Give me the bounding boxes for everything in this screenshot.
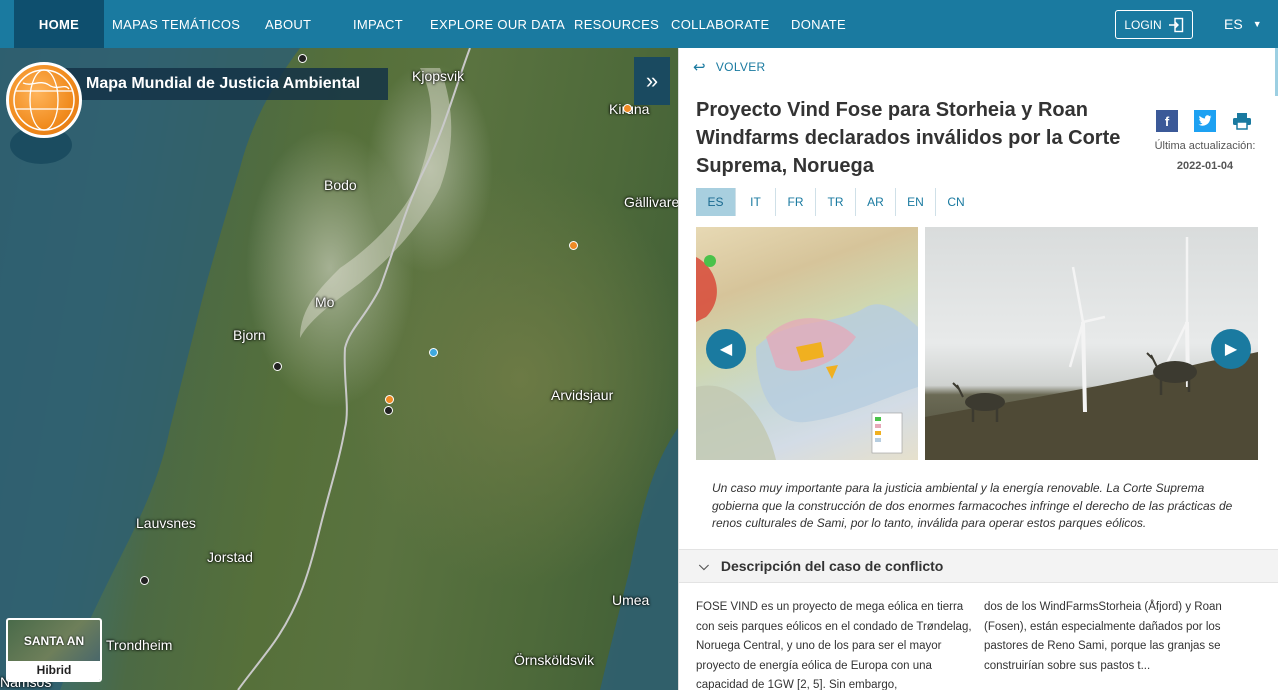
description-accordion-header[interactable]: ⌵ Descripción del caso de conflicto (679, 549, 1278, 583)
double-chevron-right-icon: » (645, 68, 659, 93)
place-label: Bjorn (233, 327, 266, 343)
back-label: VOLVER (715, 60, 766, 74)
language-value: ES (1224, 16, 1243, 32)
place-label: Mo (315, 294, 335, 310)
printer-icon (1233, 113, 1251, 130)
lang-tab-cn[interactable]: CN (936, 188, 976, 216)
case-marker[interactable] (569, 241, 578, 250)
nav-mapas-tematicos[interactable]: MAPAS TEMÁTICOS (112, 0, 240, 48)
chevron-down-icon: ⌵ (699, 558, 709, 573)
case-marker[interactable] (298, 54, 307, 63)
back-arrow-icon: ↩ (693, 59, 706, 76)
case-marker[interactable] (384, 406, 393, 415)
lang-tab-tr[interactable]: TR (816, 188, 856, 216)
layer-switch-button[interactable]: SANTA AN Hibrid (6, 618, 102, 682)
description-header-label: Descripción del caso de conflicto (720, 558, 944, 574)
last-update-date: 2022-01-04 (1176, 160, 1234, 172)
print-icon[interactable] (1231, 110, 1253, 132)
case-photo-image[interactable] (925, 227, 1258, 460)
case-marker[interactable] (385, 395, 394, 404)
nav-about[interactable]: ABOUT (265, 0, 311, 48)
place-label: Örnsköldsvik (514, 652, 595, 668)
case-marker-selected[interactable] (429, 348, 438, 357)
lang-tab-ar[interactable]: AR (856, 188, 896, 216)
lang-tab-it[interactable]: IT (736, 188, 776, 216)
case-marker[interactable] (623, 104, 632, 113)
case-summary: Un caso muy importante para la justicia … (712, 481, 1233, 530)
nav-resources[interactable]: RESOURCES (574, 0, 659, 48)
login-icon (1168, 17, 1183, 32)
nav-home[interactable]: HOME (14, 0, 104, 48)
place-label: Gällivare (624, 194, 678, 210)
place-label: Jorstad (207, 549, 253, 565)
lang-tab-fr[interactable]: FR (776, 188, 816, 216)
last-update-label: Última actualización: (1154, 140, 1256, 152)
carousel-next-button[interactable]: ▶ (1211, 329, 1251, 369)
case-marker[interactable] (273, 362, 282, 371)
place-label: Trondheim (106, 637, 173, 653)
language-select[interactable]: ES ▼ (1224, 0, 1262, 48)
nav-impact[interactable]: IMPACT (353, 0, 403, 48)
collapse-panel-button[interactable]: » (634, 57, 670, 105)
lang-tab-es[interactable]: ES (696, 188, 736, 216)
language-tabs: ES IT FR TR AR EN CN (696, 188, 976, 216)
carousel-prev-button[interactable]: ◀ (706, 329, 746, 369)
place-label: Umea (612, 592, 650, 608)
case-title: Proyecto Vind Fose para Storheia y Roan … (696, 99, 1121, 177)
login-label: LOGIN (1124, 17, 1162, 32)
nav-donate[interactable]: DONATE (791, 0, 846, 48)
back-link[interactable]: ↩ VOLVER (693, 58, 765, 76)
map-title: Mapa Mundial de Justicia Ambiental (60, 68, 388, 100)
top-navbar: HOME MAPAS TEMÁTICOS ABOUT IMPACT EXPLOR… (0, 0, 1278, 48)
description-text-col2: dos de los WindFarmsStorheia (Åfjord) y … (984, 601, 1222, 672)
case-marker[interactable] (140, 576, 149, 585)
twitter-icon[interactable] (1194, 110, 1216, 132)
map-terrain (0, 48, 678, 690)
place-label: Lauvsnes (136, 515, 196, 531)
description-text-col1: FOSE VIND es un proyecto de mega eólica … (696, 601, 972, 690)
triangle-left-icon: ◀ (719, 341, 733, 358)
login-button[interactable]: LOGIN (1115, 10, 1193, 39)
nav-collaborate[interactable]: COLLABORATE (671, 0, 769, 48)
globe-logo-icon[interactable] (6, 62, 82, 138)
caret-down-icon: ▼ (1252, 19, 1262, 29)
place-label: Bodo (324, 177, 357, 193)
layer-preview-label: SANTA AN (23, 634, 85, 648)
facebook-icon[interactable]: f (1156, 110, 1178, 132)
layer-label: Hibrid (8, 661, 100, 680)
twitter-bird-icon (1198, 115, 1212, 126)
triangle-right-icon: ▶ (1224, 341, 1238, 358)
lang-tab-en[interactable]: EN (896, 188, 936, 216)
case-detail-panel: ↩ VOLVER Proyecto Vind Fose para Storhei… (678, 48, 1278, 690)
place-label: Kjopsvik (412, 68, 465, 84)
wind-turbine-reindeer-graphic (925, 237, 1258, 460)
globe-grid-icon (13, 69, 75, 131)
place-label: Arvidsjaur (551, 387, 614, 403)
nav-explore-our-data[interactable]: EXPLORE OUR DATA (430, 0, 565, 48)
map-canvas[interactable]: Kjopsvik Kiruna Bodo Gällivare Mo Bjorn … (0, 48, 678, 690)
